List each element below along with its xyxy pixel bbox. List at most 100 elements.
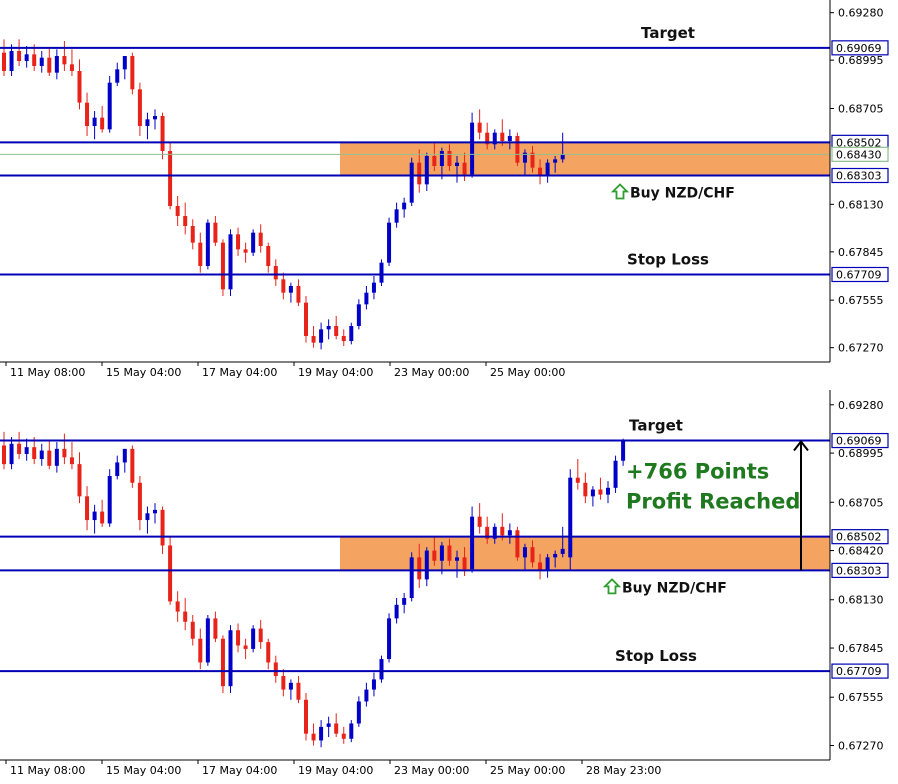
candle-body: [417, 557, 422, 580]
level-price-label: 0.69069: [836, 42, 882, 55]
price-tick-label: 0.67270: [838, 740, 884, 753]
candle-body: [288, 286, 293, 293]
price-tick-label: 0.67845: [838, 246, 884, 259]
candle-body: [175, 601, 180, 612]
candle-body: [304, 699, 308, 734]
candle-body: [2, 52, 6, 71]
price-tick-label: 0.67555: [838, 691, 884, 704]
candle-body: [168, 545, 173, 602]
candle-body: [387, 618, 392, 660]
candle-body: [296, 286, 301, 303]
candle-body: [107, 475, 112, 524]
candle-body: [424, 156, 429, 185]
candle-body: [432, 156, 437, 166]
candle-body: [326, 723, 331, 727]
candle-body: [69, 64, 74, 71]
candle-body: [183, 216, 188, 226]
candle-body: [507, 136, 512, 141]
candle-body: [62, 56, 67, 65]
candle-body: [107, 82, 112, 130]
candle-body: [341, 336, 346, 341]
candle-body: [281, 676, 286, 690]
candle-body: [560, 154, 565, 160]
buy-annotation: Buy NZD/CHF: [602, 578, 727, 596]
candle-body: [553, 553, 558, 558]
candle-body: [122, 56, 127, 70]
candle-body: [326, 326, 331, 330]
profit-points-label: +766 Points: [626, 460, 769, 484]
candle-body: [130, 56, 135, 90]
candle-body: [356, 701, 361, 724]
price-tick-label: 0.68705: [838, 496, 884, 509]
level-price-label: 0.68430: [836, 148, 882, 161]
candle-body: [409, 557, 414, 599]
candle-body: [311, 336, 316, 343]
candle-body: [455, 557, 459, 561]
candle-body: [273, 662, 278, 677]
price-tick-label: 0.67270: [838, 342, 884, 355]
candle-body: [409, 162, 414, 203]
candle-body: [266, 246, 271, 266]
candle-body: [424, 550, 429, 580]
candle-body: [349, 723, 354, 739]
candle-body: [304, 302, 308, 336]
candle-body: [266, 642, 271, 663]
candle-body: [190, 226, 195, 243]
candle-body: [145, 513, 150, 521]
candle-body: [530, 152, 535, 168]
chart-background: [0, 390, 898, 784]
candle-body: [334, 723, 339, 734]
candle-body: [168, 151, 173, 206]
candle-body: [477, 516, 482, 527]
time-tick-label: 19 May 04:00: [298, 764, 373, 777]
time-tick-label: 15 May 04:00: [106, 764, 181, 777]
candle-body: [220, 242, 225, 290]
candle-body: [115, 462, 120, 476]
candle-body: [553, 159, 558, 163]
candle-body: [17, 51, 22, 61]
candle-body: [387, 222, 392, 263]
candle-body: [583, 482, 588, 497]
candle-body: [9, 443, 14, 465]
candle-body: [402, 202, 407, 210]
candle-body: [32, 54, 37, 66]
bottom-chart-panel: 0.69280 0.68995 0.68705 0.68420 0.68130 0.678…: [0, 390, 898, 784]
candle-body: [205, 222, 210, 266]
level-price-label: 0.68303: [836, 564, 882, 577]
candle-body: [507, 530, 512, 536]
candle-body: [92, 117, 97, 126]
stop-loss-label: Stop Loss: [627, 251, 709, 269]
candle-body: [515, 136, 520, 163]
candle-body: [560, 548, 565, 554]
time-tick-label: 11 May 08:00: [10, 366, 85, 379]
candle-body: [349, 326, 354, 341]
candle-body: [153, 116, 157, 120]
candle-body: [296, 682, 301, 700]
candle-body: [24, 54, 29, 61]
candle-body: [228, 630, 233, 687]
time-tick-label: 15 May 04:00: [106, 366, 181, 379]
candle-body: [575, 477, 580, 483]
time-tick-label: 25 May 00:00: [490, 366, 565, 379]
candle-body: [319, 329, 324, 343]
candle-body: [198, 638, 203, 663]
candle-body: [17, 443, 22, 454]
candle-body: [190, 621, 195, 639]
candle-body: [447, 545, 452, 561]
buy-label: Buy NZD/CHF: [630, 186, 735, 202]
level-price-label: 0.69069: [836, 435, 882, 448]
candle-body: [251, 628, 256, 649]
candle-body: [175, 206, 180, 216]
candle-body: [334, 326, 339, 336]
candle-body: [115, 69, 120, 83]
candle-body: [32, 447, 37, 460]
candle-body: [477, 122, 482, 133]
candle-body: [54, 448, 59, 466]
time-tick-label: 19 May 04:00: [298, 366, 373, 379]
buy-label: Buy NZD/CHF: [622, 580, 727, 596]
candle-body: [122, 448, 127, 463]
level-price-label: 0.67709: [836, 269, 882, 282]
candle-body: [62, 448, 67, 458]
candle-body: [545, 557, 550, 571]
time-tick-label: 11 May 08:00: [10, 764, 85, 777]
